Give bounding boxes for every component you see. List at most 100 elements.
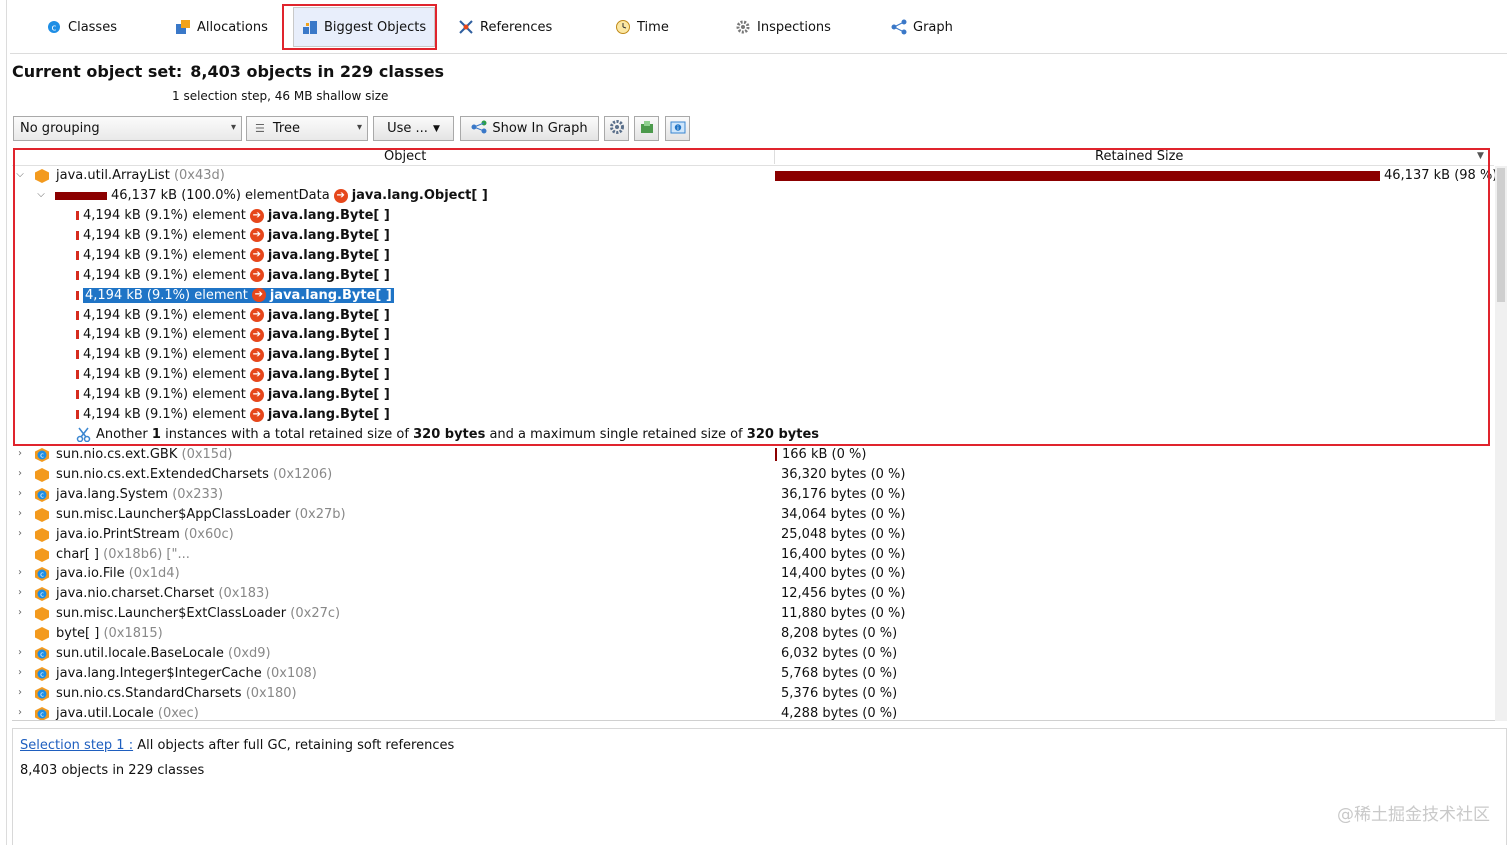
- table-row-element[interactable]: 4,194 kB (9.1%) element ➔ java.lang.Byte[ …: [12, 246, 1494, 266]
- size-tick: [76, 211, 79, 220]
- selection-step-link[interactable]: Selection step 1 :: [20, 738, 133, 753]
- use-label: Use ...: [387, 121, 428, 136]
- objects-table: Object Retained Size ▼ ⌵ java.util.Array…: [12, 148, 1507, 721]
- tab-inspections[interactable]: Inspections: [735, 6, 831, 48]
- object-address: (0x60c): [183, 526, 234, 542]
- table-row[interactable]: › sun.misc.Launcher$ExtClassLoader (0x27c…: [12, 604, 1494, 624]
- sort-desc-icon[interactable]: ▼: [1477, 151, 1484, 161]
- chevron-right-icon[interactable]: ›: [15, 528, 25, 539]
- table-row-element[interactable]: 4,194 kB (9.1%) element ➔ java.lang.Byte[ …: [12, 365, 1494, 385]
- object-icon: [35, 467, 49, 482]
- chevron-right-icon[interactable]: ›: [15, 707, 25, 718]
- chevron-down-icon[interactable]: ⌵: [36, 189, 46, 200]
- table-row[interactable]: char[ ] (0x18b6) ["... 16,400 bytes (0 %): [12, 545, 1494, 565]
- chevron-right-icon[interactable]: ›: [15, 468, 25, 479]
- chevron-right-icon[interactable]: ›: [15, 488, 25, 499]
- table-row-root[interactable]: ⌵ java.util.ArrayList (0x43d) 46,137 kB …: [12, 166, 1497, 186]
- retained-size-value: 36,176 bytes (0 %): [781, 486, 906, 502]
- reference-arrow-icon: ➔: [249, 268, 264, 283]
- view-value: Tree: [272, 121, 300, 136]
- tab-references[interactable]: References: [458, 6, 552, 48]
- field-size-bar: [55, 192, 107, 200]
- info-button[interactable]: i: [665, 116, 690, 141]
- chevron-right-icon[interactable]: ›: [15, 647, 25, 658]
- export-button[interactable]: [634, 116, 659, 141]
- reference-arrow-icon: ➔: [249, 367, 264, 382]
- view-select[interactable]: ☰ Tree ▾: [246, 116, 368, 141]
- element-label: 4,194 kB (9.1%) element: [83, 327, 246, 343]
- table-row[interactable]: › java.io.PrintStream (0x60c) 25,048 bytes…: [12, 525, 1494, 545]
- table-row[interactable]: › c java.io.File (0x1d4) 14,400 bytes (0 %): [12, 564, 1494, 584]
- table-row-element[interactable]: 4,194 kB (9.1%) element ➔ java.lang.Byte[ …: [12, 206, 1494, 226]
- class-object-icon: c: [35, 448, 49, 462]
- table-row[interactable]: › c sun.nio.cs.StandardCharsets (0x180) 5,3…: [12, 684, 1494, 704]
- table-row-element[interactable]: 4,194 kB (9.1%) element ➔ java.lang.Byte[ …: [12, 286, 1494, 306]
- vertical-scrollbar[interactable]: [1495, 166, 1507, 721]
- element-label: 4,194 kB (9.1%) element: [85, 287, 248, 303]
- table-row[interactable]: › sun.nio.cs.ext.ExtendedCharsets (0x1206…: [12, 465, 1494, 485]
- tab-biggest-objects[interactable]: Biggest Objects: [293, 7, 436, 47]
- column-header-object[interactable]: Object: [384, 149, 426, 164]
- table-row[interactable]: › c sun.util.locale.BaseLocale (0xd9) 6,032…: [12, 644, 1494, 664]
- grouping-select[interactable]: No grouping ▾: [13, 116, 242, 141]
- chevron-right-icon[interactable]: ›: [15, 667, 25, 678]
- chevron-right-icon[interactable]: ›: [15, 687, 25, 698]
- retained-size-value: 5,768 bytes (0 %): [781, 665, 898, 681]
- table-row[interactable]: › sun.misc.Launcher$AppClassLoader (0x27b…: [12, 505, 1494, 525]
- table-row-element[interactable]: 4,194 kB (9.1%) element ➔ java.lang.Byte[ …: [12, 325, 1494, 345]
- show-in-graph-button[interactable]: Show In Graph: [460, 116, 599, 141]
- selection-summary: 8,403 objects in 229 classes: [20, 763, 205, 778]
- reference-arrow-icon: ➔: [249, 308, 264, 322]
- table-row[interactable]: › c java.lang.System (0x233) 36,176 bytes (…: [12, 485, 1494, 505]
- element-selection: 4,194 kB (9.1%) element ➔ java.lang.Byte[ …: [83, 287, 394, 303]
- column-header-retained-size[interactable]: Retained Size: [1095, 149, 1183, 164]
- chevron-right-icon[interactable]: ›: [15, 448, 25, 459]
- element-selection: 4,194 kB (9.1%) element ➔ java.lang.Byte[ …: [83, 228, 390, 243]
- table-row-element[interactable]: 4,194 kB (9.1%) element ➔ java.lang.Byte[ …: [12, 226, 1494, 246]
- table-row-element[interactable]: 4,194 kB (9.1%) element ➔ java.lang.Byte[ …: [12, 266, 1494, 286]
- table-row-element[interactable]: 4,194 kB (9.1%) element ➔ java.lang.Byte[ …: [12, 345, 1494, 365]
- graph-icon: [891, 19, 907, 35]
- table-row[interactable]: › c sun.nio.cs.ext.GBK (0x15d) 166 kB (0 %): [12, 445, 1494, 465]
- table-row[interactable]: › c java.lang.Integer$IntegerCache (0x108)…: [12, 664, 1494, 684]
- table-row[interactable]: › c java.nio.charset.Charset (0x183) 12,456…: [12, 584, 1494, 604]
- table-row-element[interactable]: 4,194 kB (9.1%) element ➔ java.lang.Byte[ …: [12, 306, 1494, 326]
- table-row-field[interactable]: ⌵ 46,137 kB (100.0%) elementData ➔ java.la…: [12, 186, 1494, 206]
- another-count: 1: [151, 427, 161, 442]
- use-button[interactable]: Use ... ▼: [373, 116, 454, 141]
- retained-size-value: 8,208 bytes (0 %): [781, 626, 898, 642]
- time-icon: [615, 19, 631, 35]
- export-icon: [639, 119, 655, 139]
- tab-allocations[interactable]: Allocations: [175, 6, 268, 48]
- element-type: java.lang.Byte[ ]: [267, 327, 390, 343]
- inspections-icon: [735, 19, 751, 35]
- table-row[interactable]: byte[ ] (0x1815) 8,208 bytes (0 %): [12, 624, 1494, 644]
- settings-button[interactable]: [604, 116, 629, 141]
- size-tick: [76, 330, 79, 340]
- reference-arrow-icon: ➔: [249, 387, 264, 402]
- tab-label: Biggest Objects: [324, 19, 427, 35]
- table-row-another[interactable]: Another 1 instances with a total retaine…: [12, 425, 1494, 445]
- tab-time[interactable]: Time: [615, 6, 669, 48]
- element-selection: 4,194 kB (9.1%) element ➔ java.lang.Byte[ …: [83, 387, 390, 402]
- object-address: (0xd9): [228, 646, 271, 661]
- chevron-right-icon[interactable]: ›: [15, 587, 25, 598]
- element-type: java.lang.Byte[ ]: [267, 387, 390, 403]
- allocations-icon: [175, 19, 191, 35]
- chevron-right-icon[interactable]: ›: [15, 567, 25, 578]
- tree-icon: ☰: [255, 122, 265, 135]
- svg-text:c: c: [40, 491, 44, 499]
- tab-classes[interactable]: c Classes: [46, 6, 117, 48]
- scrollbar-thumb[interactable]: [1497, 168, 1505, 302]
- chevron-right-icon[interactable]: ›: [15, 508, 25, 519]
- chevron-down-icon[interactable]: ⌵: [15, 169, 25, 180]
- gear-icon: [609, 119, 625, 139]
- table-row-element[interactable]: 4,194 kB (9.1%) element ➔ java.lang.Byte[ …: [12, 385, 1494, 405]
- element-type: java.lang.Byte[ ]: [267, 247, 390, 263]
- chevron-right-icon[interactable]: ›: [15, 607, 25, 618]
- element-type: java.lang.Byte[ ]: [267, 347, 390, 363]
- retained-size-value: 4,288 bytes (0 %): [781, 705, 898, 721]
- table-row-element[interactable]: 4,194 kB (9.1%) element ➔ java.lang.Byte[ …: [12, 405, 1494, 425]
- table-row[interactable]: › c java.util.Locale (0xec) 4,288 bytes (0 …: [12, 704, 1494, 721]
- tab-graph[interactable]: Graph: [891, 6, 953, 48]
